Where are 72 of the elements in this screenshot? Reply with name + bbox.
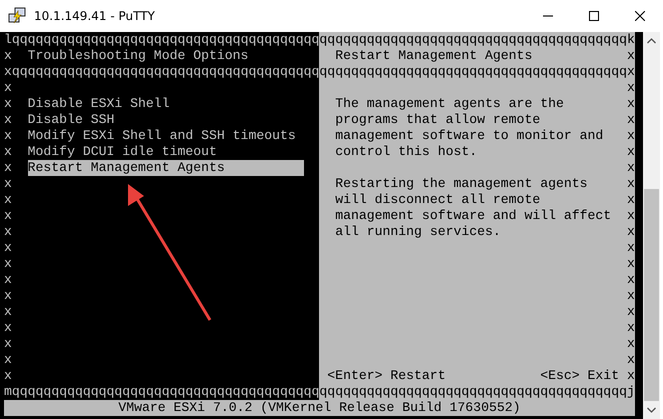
scroll-thumb[interactable] [644, 189, 659, 401]
border-char: x [4, 48, 12, 64]
border-char: x [626, 208, 635, 224]
panel-title: Restart Management Agents [335, 48, 532, 64]
panel-title: Troubleshooting Mode Options [28, 48, 248, 64]
border-char: x [4, 368, 12, 384]
border-char: x [4, 128, 12, 144]
scroll-up-icon[interactable] [647, 38, 656, 44]
border-char: x [4, 144, 12, 160]
border-char: x [626, 176, 635, 192]
border-char: x [4, 224, 12, 240]
description-line: control this host. [335, 144, 478, 160]
border-char: x [626, 80, 635, 96]
border-char: x [4, 320, 12, 336]
border-char: x [626, 48, 635, 64]
border-char: x [626, 128, 635, 144]
border-char: x [626, 368, 635, 384]
border-char: x [626, 96, 635, 112]
border-char: x [4, 352, 12, 368]
border-char: x [626, 336, 635, 352]
border-char: x [626, 352, 635, 368]
computer-icon [8, 7, 26, 25]
close-icon [635, 11, 645, 21]
border-char: x [4, 160, 12, 176]
border-char: x [626, 160, 635, 176]
border-char: x [626, 240, 635, 256]
border-char: x [626, 320, 635, 336]
border-line: mqqqqqqqqqqqqqqqqqqqqqqqqqqqqqqqqqqqqqqq [4, 384, 320, 400]
scroll-down-icon[interactable] [647, 407, 656, 413]
border-char: x [4, 192, 12, 208]
border-char: x [4, 112, 12, 128]
border-char: x [4, 256, 12, 272]
border-char: x [626, 304, 635, 320]
description-line: will disconnect all remote [335, 192, 540, 208]
status-bar: VMware ESXi 7.0.2 (VMKernel Release Build 17630552) [4, 400, 635, 416]
window-title: 10.1.149.41 - PuTTY [34, 9, 155, 23]
menu-item[interactable]: Modify DCUI idle timeout [28, 144, 304, 160]
key-hint: <Esc> Exit [540, 368, 620, 384]
border-line: lqqqqqqqqqqqqqqqqqqqqqqqqqqqqqqqqqqqqqqq [4, 32, 320, 48]
border-char: x [4, 208, 12, 224]
border-char: x [4, 304, 12, 320]
maximize-icon [589, 11, 599, 21]
border-char: x [626, 224, 635, 240]
border-char: x [4, 272, 12, 288]
menu-item[interactable]: Disable SSH [28, 112, 304, 128]
border-char: x [626, 256, 635, 272]
border-char: x [4, 288, 12, 304]
description-line: all running services. [335, 224, 501, 240]
border-char: x [626, 272, 635, 288]
border-line: qqqqqqqqqqqqqqqqqqqqqqqqqqqqqqqqqqqqqqqx [319, 64, 635, 80]
key-hint: <Enter> Restart [327, 368, 446, 384]
border-char: x [626, 112, 635, 128]
scrollbar[interactable] [643, 32, 660, 419]
border-line: qqqqqqqqqqqqqqqqqqqqqqqqqqqqqqqqqqqqqqqk [319, 32, 635, 48]
border-char: x [626, 288, 635, 304]
menu-item[interactable]: Restart Management Agents [28, 160, 304, 176]
description-line: programs that allow remote [335, 112, 540, 128]
description-line: management software and will affect [335, 208, 612, 224]
description-line: The management agents are the [335, 96, 564, 112]
description-line: Restarting the management agents [335, 176, 588, 192]
border-char: x [626, 192, 635, 208]
border-char: x [626, 144, 635, 160]
border-char: x [4, 336, 12, 352]
border-char: x [4, 96, 12, 112]
border-char: x [4, 80, 12, 96]
menu-item[interactable]: Modify ESXi Shell and SSH timeouts [28, 128, 304, 144]
menu-item[interactable]: Disable ESXi Shell [28, 96, 304, 112]
border-line: xqqqqqqqqqqqqqqqqqqqqqqqqqqqqqqqqqqqqqqq [4, 64, 320, 80]
border-line: qqqqqqqqqqqqqqqqqqqqqqqqqqqqqqqqqqqqqqqj [319, 384, 635, 400]
border-char: x [4, 176, 12, 192]
border-char: x [4, 240, 12, 256]
description-line: management software to monitor and [335, 128, 604, 144]
